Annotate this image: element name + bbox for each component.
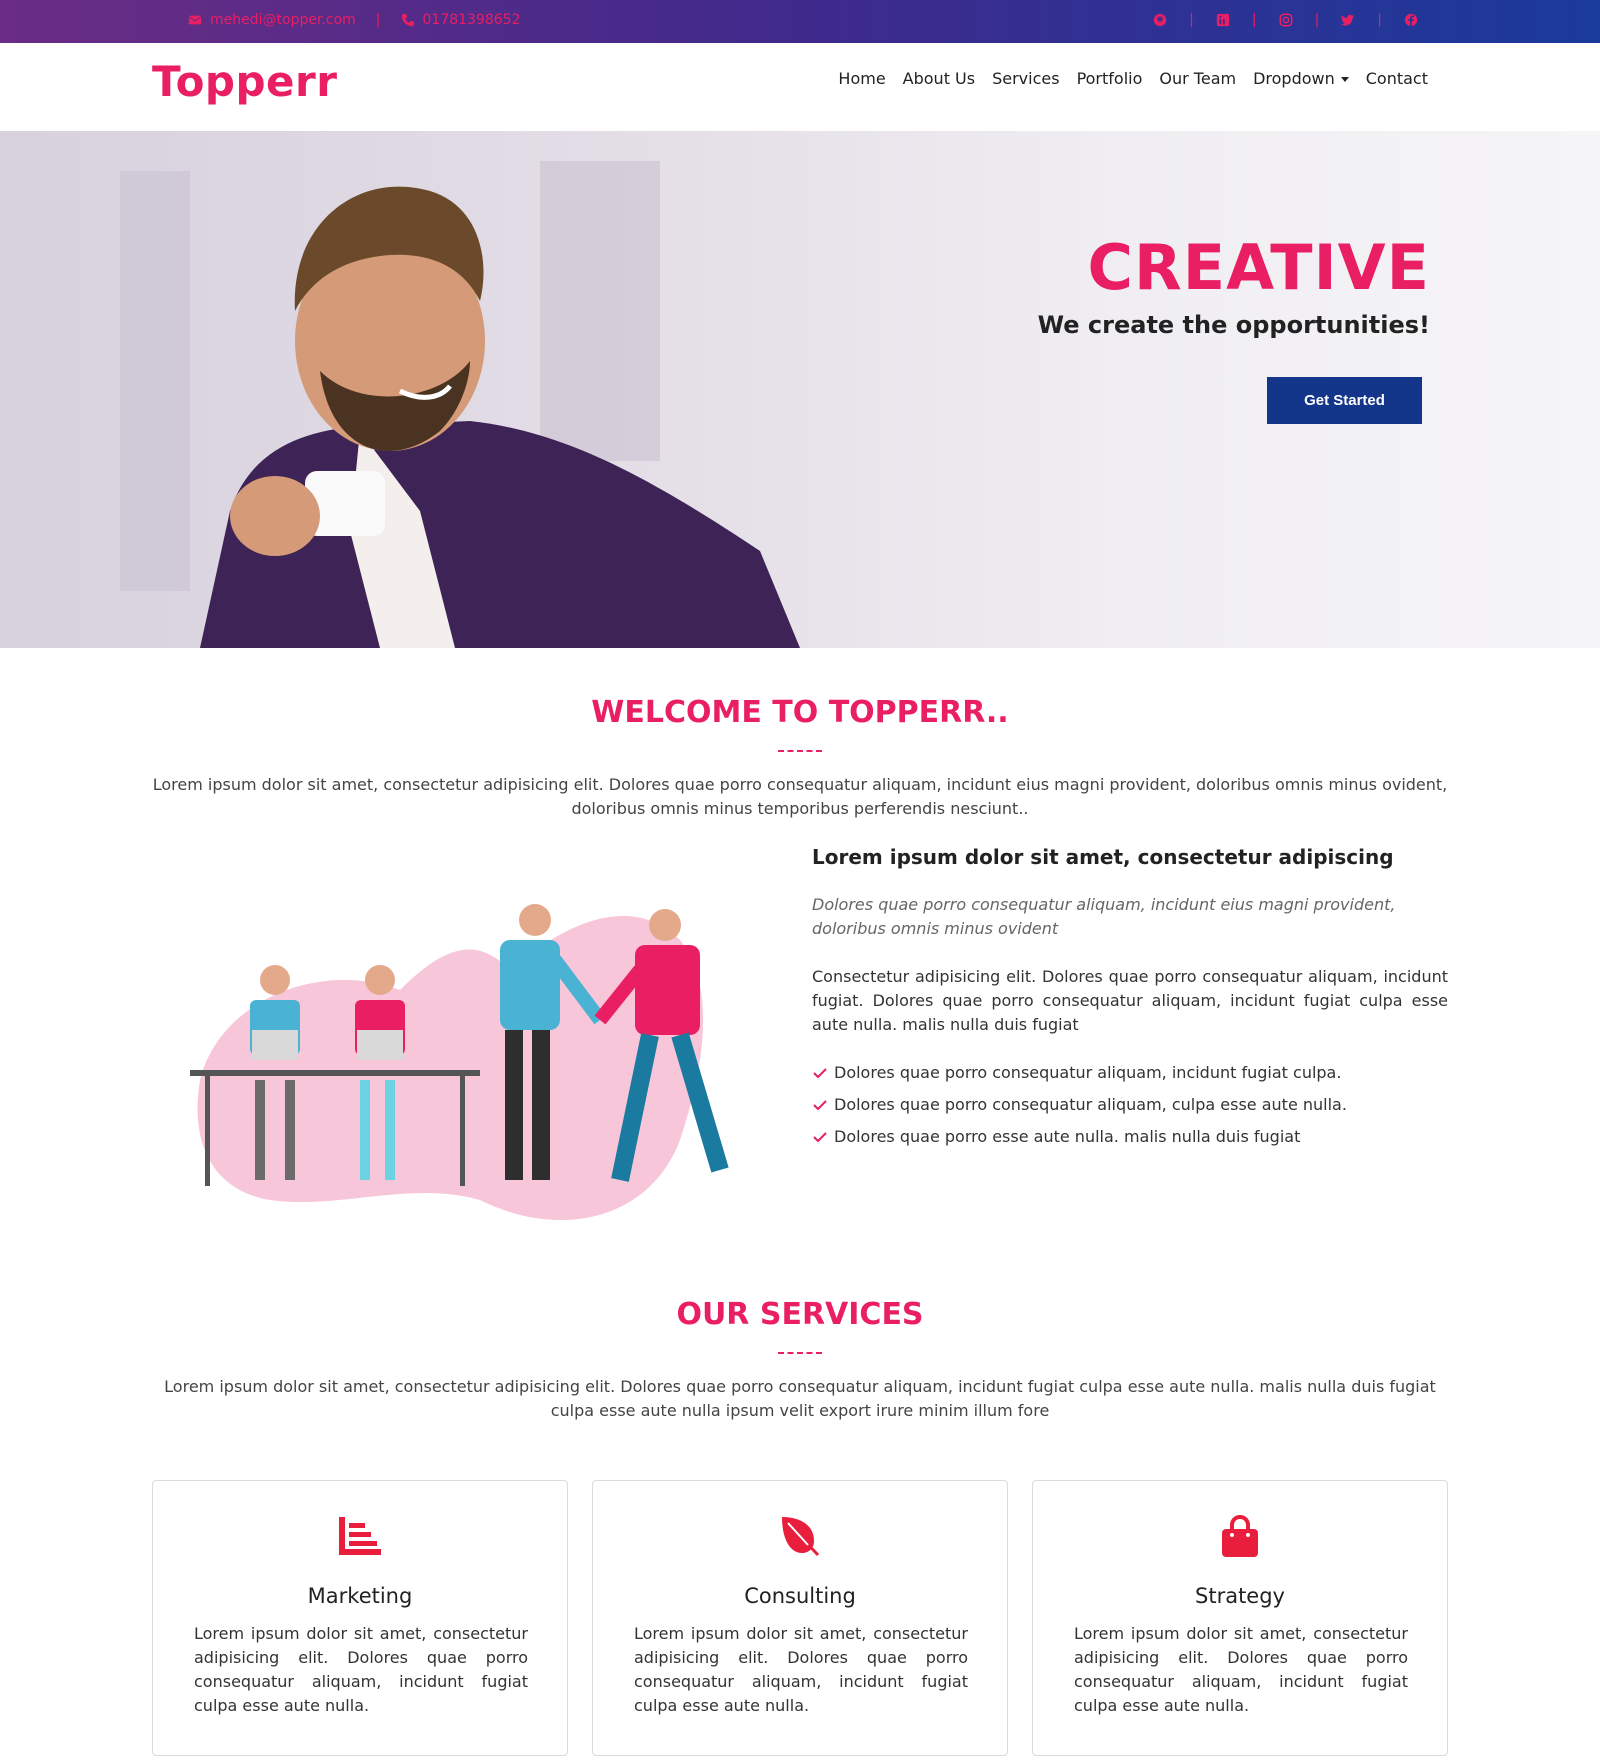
nav-menu: Home About Us Services Portfolio Our Tea… — [838, 69, 1428, 88]
separator: | — [1314, 12, 1320, 28]
card-text: Lorem ipsum dolor sit amet, consectetur … — [634, 1624, 968, 1715]
card-title: Marketing — [307, 1584, 413, 1608]
check-icon — [813, 1100, 827, 1111]
welcome-divider — [778, 750, 822, 752]
icon-wrap — [593, 1515, 1007, 1557]
card-text: Lorem ipsum dolor sit amet, consectetur … — [1074, 1624, 1408, 1715]
services-text: Lorem ipsum dolor sit amet, consectetur … — [164, 1377, 1436, 1420]
nav-home[interactable]: Home — [838, 69, 885, 88]
team-handshake-illustration — [190, 904, 729, 1220]
list-item-text: Dolores quae porro esse aute nulla. mali… — [834, 1127, 1301, 1146]
list-item-text: Dolores quae porro consequatur aliquam, … — [834, 1063, 1342, 1082]
nav-dropdown[interactable]: Dropdown — [1253, 69, 1349, 88]
about-paragraph: Consectetur adipisicing elit. Dolores qu… — [812, 967, 1448, 1034]
about-checklist: Dolores quae porro consequatur aliquam, … — [812, 1057, 1448, 1153]
about-content: Lorem ipsum dolor sit amet, consectetur … — [812, 845, 1448, 1153]
services-title: OUR SERVICES — [676, 1297, 924, 1332]
hero-section: CREATIVE We create the opportunities! Ge… — [0, 131, 1600, 648]
list-item: Dolores quae porro consequatur aliquam, … — [812, 1057, 1448, 1089]
nav-our-team[interactable]: Our Team — [1159, 69, 1236, 88]
card-title: Strategy — [1195, 1584, 1285, 1608]
top-bar: mehedi@topper.com | 01781398652 | | | | — [0, 0, 1600, 43]
instagram-icon[interactable] — [1279, 13, 1293, 27]
phone-icon — [401, 13, 414, 27]
hero-photo-man — [0, 131, 900, 648]
nav-portfolio[interactable]: Portfolio — [1077, 69, 1143, 88]
list-item: Dolores quae porro esse aute nulla. mali… — [812, 1121, 1448, 1153]
github-icon[interactable] — [1153, 13, 1167, 27]
social-links: | | | | — [1153, 12, 1418, 28]
welcome-text: Lorem ipsum dolor sit amet, consectetur … — [152, 775, 1448, 818]
get-started-button[interactable]: Get Started — [1267, 377, 1422, 424]
navbar: Topperr Home About Us Services Portfolio… — [0, 43, 1600, 131]
list-item-text: Dolores quae porro consequatur aliquam, … — [834, 1095, 1347, 1114]
nav-dropdown-label: Dropdown — [1253, 69, 1335, 88]
check-icon — [813, 1068, 827, 1079]
envelope-icon — [188, 15, 202, 25]
nav-contact[interactable]: Contact — [1366, 69, 1428, 88]
about-italic-text: Dolores quae porro consequatur aliquam, … — [812, 895, 1396, 938]
shopping-bag-icon — [1222, 1515, 1258, 1557]
hero-title: CREATIVE — [1087, 231, 1430, 304]
brand-logo[interactable]: Topperr — [152, 57, 337, 106]
services-divider — [778, 1352, 822, 1354]
separator: | — [1377, 12, 1382, 28]
separator: | — [1189, 12, 1194, 28]
card-title: Consulting — [744, 1584, 856, 1608]
about-heading: Lorem ipsum dolor sit amet, consectetur … — [812, 845, 1394, 869]
service-card-consulting[interactable]: Consulting Lorem ipsum dolor sit amet, c… — [592, 1480, 1008, 1756]
separator: | — [1251, 12, 1257, 28]
list-item: Dolores quae porro consequatur aliquam, … — [812, 1089, 1448, 1121]
linkedin-icon[interactable] — [1216, 13, 1230, 27]
welcome-title: WELCOME TO TOPPERR.. — [591, 695, 1009, 730]
nav-services[interactable]: Services — [992, 69, 1059, 88]
check-icon — [813, 1132, 827, 1143]
icon-wrap — [1033, 1515, 1447, 1559]
email-link[interactable]: mehedi@topper.com — [210, 12, 356, 28]
contact-info: mehedi@topper.com | 01781398652 — [188, 12, 520, 28]
service-card-marketing[interactable]: Marketing Lorem ipsum dolor sit amet, co… — [152, 1480, 568, 1756]
facebook-icon[interactable] — [1404, 13, 1418, 27]
nav-about-us[interactable]: About Us — [903, 69, 975, 88]
hero-subtitle: We create the opportunities! — [1037, 311, 1430, 339]
service-card-strategy[interactable]: Strategy Lorem ipsum dolor sit amet, con… — [1032, 1480, 1448, 1756]
separator: | — [375, 12, 381, 28]
twitter-icon[interactable] — [1341, 13, 1355, 27]
leaf-icon — [782, 1517, 820, 1557]
card-text: Lorem ipsum dolor sit amet, consectetur … — [194, 1624, 528, 1715]
phone-link[interactable]: 01781398652 — [423, 12, 521, 28]
bar-chart-icon — [339, 1517, 381, 1555]
icon-wrap — [153, 1515, 567, 1557]
caret-down-icon — [1340, 77, 1349, 82]
